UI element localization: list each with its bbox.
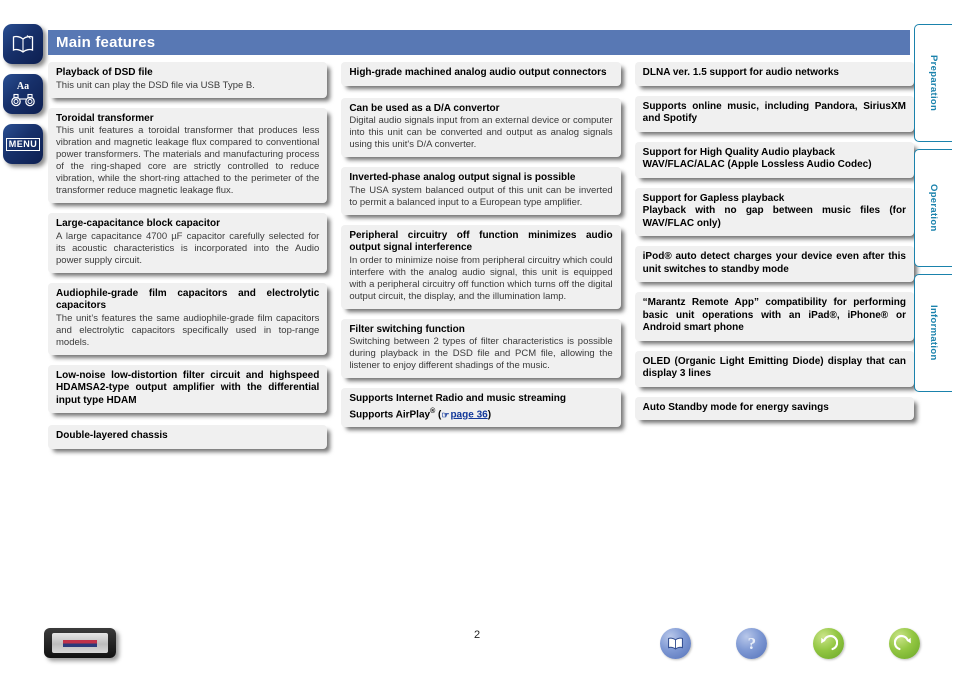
column-left: Playback of DSD file This unit can play … (48, 62, 328, 459)
feature-title: Auto Standby mode for energy savings (642, 401, 829, 413)
feature-body: A large capacitance 4700 µF capacitor ca… (56, 230, 320, 266)
feature-title: Toroidal transformer (56, 112, 154, 124)
feature-title: Can be used as a D/A convertor (349, 102, 500, 114)
page-title: Main features (56, 34, 156, 51)
pointing-hand-icon: ☞ (441, 409, 450, 420)
feature-title: Double-layered chassis (56, 430, 168, 441)
feature-box[interactable]: OLED (Organic Light Emitting Diode) disp… (634, 350, 914, 387)
feature-body: Switching between 2 types of filter char… (349, 336, 613, 371)
feature-body: The USA system balanced output of this u… (349, 184, 613, 208)
forward-arrow-icon[interactable] (888, 628, 920, 659)
feature-title: DLNA ver. 1.5 support for audio networks (642, 67, 839, 78)
feature-body: This unit can play the DSD file via USB … (56, 79, 255, 91)
tab-label: Preparation (928, 54, 939, 112)
feature-title: Large-capacitance block capacitor (56, 218, 220, 229)
feature-title: Playback of DSD file (56, 67, 153, 78)
tab-preparation[interactable]: Preparation (914, 24, 952, 142)
feature-box[interactable]: “Marantz Remote App” compatibility for p… (634, 292, 914, 341)
question-mark-glyph: ? (747, 633, 757, 653)
page-header: Main features (48, 30, 910, 55)
feature-title: Low-noise low-distortion filter circuit … (56, 369, 320, 406)
feature-title: OLED (Organic Light Emitting Diode) disp… (642, 355, 906, 380)
airplay-label: Supports AirPlay (349, 408, 431, 420)
feature-body: This unit features a toroidal transforme… (56, 125, 320, 196)
feature-title: Supports online music, including Pandora… (642, 100, 906, 125)
feature-body: Digital audio signals input from an exte… (349, 115, 613, 150)
feature-title: Support for High Quality Audio playback … (642, 146, 872, 171)
feature-body: The unit’s features the same audiophile-… (56, 312, 320, 348)
binoculars-icon (10, 93, 36, 107)
aa-label: Aa (16, 80, 30, 92)
manual-book-button[interactable] (3, 24, 43, 64)
column-middle: High-grade machined analog audio output … (341, 62, 621, 459)
left-sidebar: Aa MENU (3, 24, 45, 174)
feature-box[interactable]: Filter switching function Switching betw… (341, 318, 621, 378)
footer-nav-icons: ? (660, 628, 920, 659)
feature-box[interactable]: Support for High Quality Audio playback … (634, 141, 914, 178)
feature-box[interactable]: Toroidal transformer This unit features … (48, 107, 328, 203)
menu-icon: MENU (5, 137, 41, 151)
feature-title: iPod® auto detect charges your device ev… (642, 251, 906, 275)
feature-box[interactable]: Inverted-phase analog output signal is p… (341, 167, 621, 215)
paren-close: ) (487, 408, 492, 420)
section-tabs: Preparation Operation Information (914, 24, 954, 399)
feature-title: Audiophile-grade film capacitors and ele… (56, 287, 320, 312)
feature-box[interactable]: Can be used as a D/A convertor Digital a… (341, 97, 621, 157)
feature-box[interactable]: Supports online music, including Pandora… (634, 95, 914, 132)
help-question-icon[interactable]: ? (736, 628, 768, 659)
feature-box[interactable]: Peripheral circuitry off function minimi… (341, 224, 621, 309)
features-columns: Playback of DSD file This unit can play … (48, 62, 914, 459)
feature-title: “Marantz Remote App” compatibility for p… (642, 297, 906, 333)
menu-button[interactable]: MENU (3, 124, 43, 164)
open-book-icon (11, 34, 35, 54)
contents-book-icon[interactable] (660, 628, 691, 659)
column-right: DLNA ver. 1.5 support for audio networks… (634, 62, 914, 459)
feature-box[interactable]: Double-layered chassis (48, 425, 328, 449)
feature-title-line2: Supports AirPlay® (☞page 36) (349, 406, 612, 422)
feature-title: Support for Gapless playback Playback wi… (642, 192, 906, 229)
page-reference-link[interactable]: page 36 (450, 409, 487, 420)
feature-box[interactable]: Playback of DSD file This unit can play … (48, 62, 328, 98)
back-arrow-icon[interactable] (812, 628, 844, 659)
font-size-binoculars-button[interactable]: Aa (3, 74, 43, 114)
feature-box[interactable]: Audiophile-grade film capacitors and ele… (48, 282, 328, 355)
manual-page: Aa MENU Main features Playback of DSD fi… (0, 0, 954, 675)
feature-box[interactable]: iPod® auto detect charges your device ev… (634, 246, 914, 282)
feature-box[interactable]: DLNA ver. 1.5 support for audio networks (634, 62, 914, 86)
feature-box[interactable]: Auto Standby mode for energy savings (634, 396, 914, 420)
tab-label: Information (928, 305, 939, 361)
feature-title: Inverted-phase analog output signal is p… (349, 172, 576, 183)
feature-box[interactable]: Large-capacitance block capacitor A larg… (48, 213, 328, 273)
feature-box[interactable]: High-grade machined analog audio output … (341, 62, 621, 86)
feature-title-line1: Supports Internet Radio and music stream… (349, 393, 567, 404)
feature-title: Filter switching function (349, 323, 465, 335)
tab-information[interactable]: Information (914, 274, 952, 392)
tab-label: Operation (928, 184, 939, 232)
feature-box[interactable]: Low-noise low-distortion filter circuit … (48, 364, 328, 413)
tab-operation[interactable]: Operation (914, 149, 952, 267)
feature-box-airplay[interactable]: Supports Internet Radio and music stream… (341, 388, 621, 428)
feature-title: High-grade machined analog audio output … (349, 67, 607, 78)
feature-title: Peripheral circuitry off function minimi… (349, 229, 613, 254)
feature-box[interactable]: Support for Gapless playback Playback wi… (634, 187, 914, 236)
feature-body: In order to minimize noise from peripher… (349, 254, 613, 302)
